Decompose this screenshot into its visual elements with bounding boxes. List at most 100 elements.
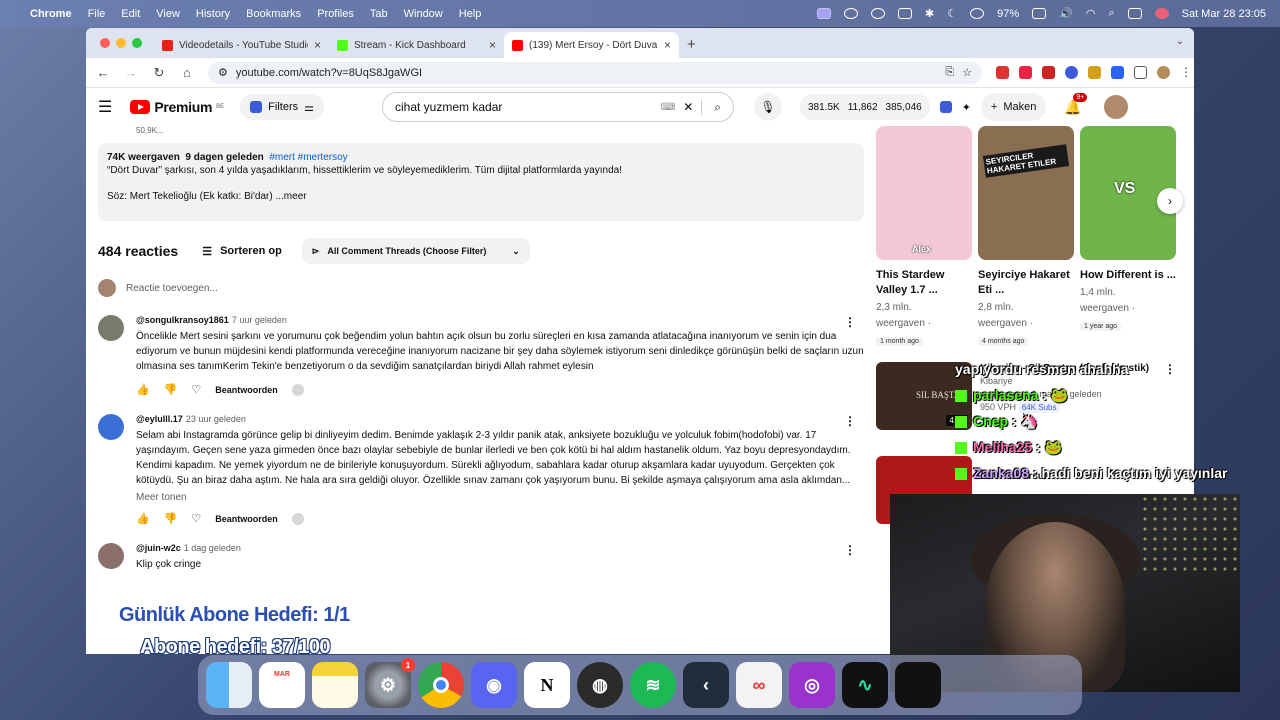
reload-icon[interactable]: ↻ [152,65,166,81]
forward-icon[interactable]: → [124,65,138,80]
extension-icon[interactable] [1065,66,1078,79]
heart-icon[interactable]: ♡ [191,383,201,396]
finder-icon[interactable] [206,662,252,708]
waves-icon[interactable]: ∿ [842,662,888,708]
accessibility-icon[interactable] [844,8,858,19]
extension-icon[interactable] [291,512,304,525]
comment-author[interactable]: @juin-w2c [136,543,181,553]
related-video-card[interactable]: Alex This Stardew Valley 1.7 ... 2,3 mln… [876,126,972,348]
like-icon[interactable]: 👍 [136,383,150,396]
close-window-button[interactable] [100,38,110,48]
close-tab-icon[interactable]: × [314,38,321,52]
video-description[interactable]: 74K weergaven 9 dagen geleden #mert #mer… [98,143,864,221]
comment-menu-icon[interactable]: ⋮ [844,414,856,428]
avatar[interactable] [98,543,124,569]
comment-time[interactable]: 7 uur geleden [232,315,287,325]
menu-kebab-icon[interactable]: ⋮ [1180,66,1192,79]
podcasts-icon[interactable]: ◎ [789,662,835,708]
menu-help[interactable]: Help [459,8,482,20]
related-video-card[interactable]: SEYIRCILER HAKARET ETILER Seyirciye Haka… [978,126,1074,348]
filters-button[interactable]: Filters ⚌ [240,94,324,120]
dislike-icon[interactable]: 👎 [164,512,178,525]
search-box[interactable]: cihat yuzmem kadar ⌨ ✕ ⌕ [382,92,734,122]
account-avatar[interactable] [1103,95,1128,119]
volume-icon[interactable]: 🔊 [1059,7,1073,20]
tab-search-icon[interactable]: ⌄ [1176,36,1184,47]
search-icon[interactable]: ⌕ [701,99,721,115]
menu-view[interactable]: View [156,8,180,20]
comment-author[interactable]: @eylulll.17 [136,414,183,424]
back-icon[interactable]: ← [96,65,110,80]
notifications-bell-icon[interactable]: 🔔 9+ [1064,92,1088,116]
clock[interactable]: Sat Mar 28 23:05 [1182,8,1266,20]
url-text[interactable]: youtube.com/watch?v=8UqS8JgaWGI [236,67,937,79]
wifi-icon[interactable]: ◠ [1086,7,1096,20]
add-comment-input[interactable]: Reactie toevoegen... [126,283,218,294]
dislike-icon[interactable]: 👎 [164,383,178,396]
add-comment-row[interactable]: Reactie toevoegen... [98,279,864,297]
link-app-icon[interactable]: ∞ [736,662,782,708]
video-title[interactable]: Seyirciye Hakaret Eti ... [978,268,1074,298]
extension-icon[interactable] [1088,66,1101,79]
avatar[interactable] [98,414,124,440]
extension-icon[interactable] [1111,66,1124,79]
menu-bookmarks[interactable]: Bookmarks [246,8,301,20]
new-tab-button[interactable]: + [687,36,696,53]
show-more-link[interactable]: Meer tonen [136,492,864,503]
home-icon[interactable]: ⌂ [180,65,194,80]
battery-icon[interactable] [1032,8,1047,19]
site-info-icon[interactable]: ⚙ [218,66,228,79]
like-icon[interactable]: 👍 [136,512,150,525]
hashtags[interactable]: #mert #mertersoy [269,152,347,163]
extension-icon[interactable] [291,383,304,396]
youtube-logo[interactable]: Premium BE [130,99,224,115]
control-center-icon[interactable] [1127,8,1142,19]
siri-icon[interactable] [1154,8,1169,19]
sort-button[interactable]: ☰ Sorteren op [202,245,282,258]
menu-window[interactable]: Window [404,8,443,20]
voice-search-icon[interactable]: 🎙 [754,93,782,121]
video-title[interactable]: How Different is ... [1080,268,1176,283]
hamburger-icon[interactable]: ☰ [98,97,112,117]
notion-icon[interactable]: N [524,662,570,708]
comment-menu-icon[interactable]: ⋮ [844,315,856,329]
system-settings-icon[interactable]: ⚙ 1 [365,658,415,708]
search-input[interactable]: cihat yuzmem kadar [395,100,653,114]
close-tab-icon[interactable]: × [664,38,671,52]
notes-icon[interactable] [312,662,358,708]
sparkle-icon[interactable]: ✦ [962,101,971,114]
spotify-icon[interactable]: ≋ [630,662,676,708]
address-bar[interactable]: ⚙ youtube.com/watch?v=8UqS8JgaWGI ⎘ ☆ [208,61,982,84]
comment-time[interactable]: 1 dag geleden [184,543,241,553]
show-more-link[interactable]: ...meer [275,191,306,202]
avatar[interactable] [98,315,124,341]
zoom-window-button[interactable] [132,38,142,48]
extension-icon[interactable] [939,101,952,113]
menu-history[interactable]: History [196,8,230,20]
clear-search-icon[interactable]: ✕ [683,100,693,114]
tab-youtube-video[interactable]: (139) Mert Ersoy - Dört Duvar × [504,32,679,58]
reply-button[interactable]: Beantwoorden [215,514,278,524]
play-icon[interactable] [970,8,985,19]
menu-file[interactable]: File [88,8,106,20]
tab-kick-dashboard[interactable]: Stream - Kick Dashboard × [329,32,504,58]
keyboard-icon[interactable]: ⌨ [661,102,675,113]
kick-app-icon[interactable]: ‹ [683,662,729,708]
video-title[interactable]: This Stardew Valley 1.7 ... [876,268,972,298]
screen-share-icon[interactable] [817,8,831,19]
close-tab-icon[interactable]: × [489,38,496,52]
bookmark-star-icon[interactable]: ☆ [962,66,972,79]
profile-avatar[interactable] [1157,66,1170,79]
create-button[interactable]: + Maken [980,93,1047,121]
puzzle-icon[interactable] [1134,66,1147,79]
extension-icon[interactable] [1019,66,1032,79]
extension-icon[interactable] [996,66,1009,79]
calendar-icon[interactable]: MAR 28 [259,662,305,708]
thread-filter-select[interactable]: ⊳ All Comment Threads (Choose Filter) ⌄ [301,238,530,264]
minimize-window-button[interactable] [116,38,126,48]
discord-icon[interactable]: ◉ [471,662,517,708]
reply-button[interactable]: Beantwoorden [215,385,278,395]
bluetooth-icon[interactable]: ✱ [925,7,934,20]
menu-app-name[interactable]: Chrome [30,8,72,20]
extension-icon[interactable] [1042,66,1055,79]
